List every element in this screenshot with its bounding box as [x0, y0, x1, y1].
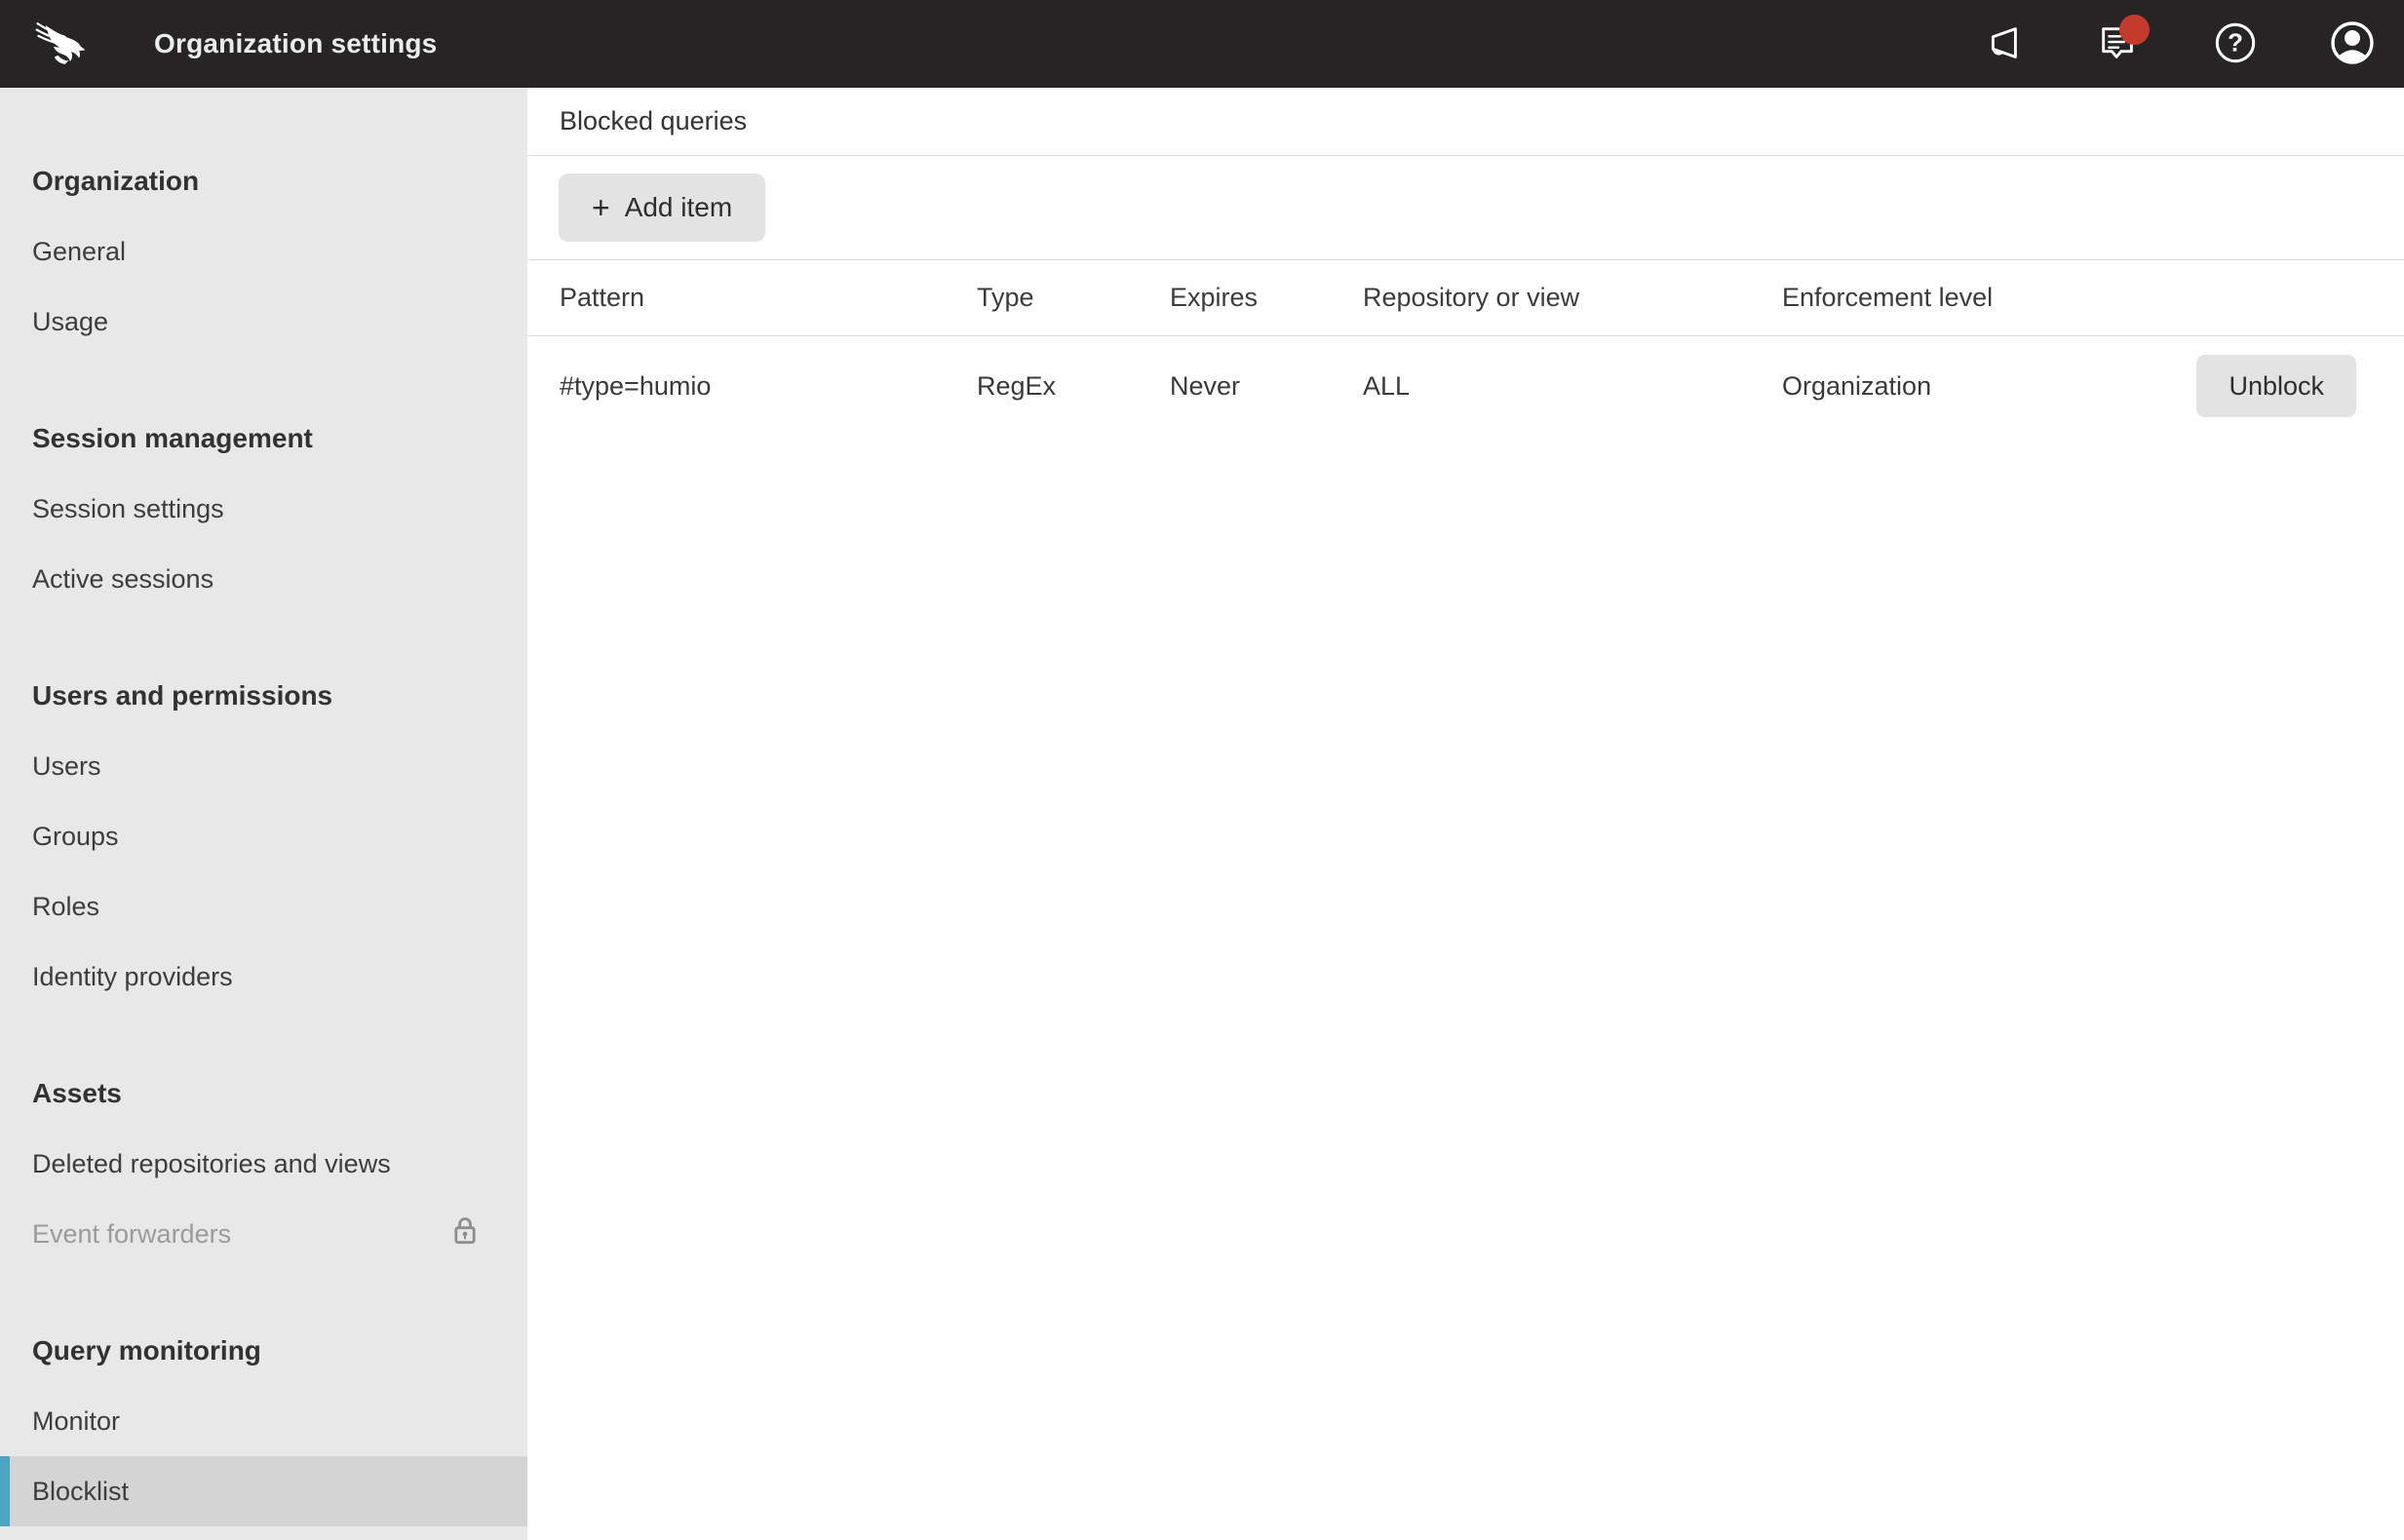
- topbar-icons: ?: [1978, 15, 2376, 67]
- sidebar-section-assets: Assets Deleted repositories and views Ev…: [0, 1059, 527, 1269]
- sidebar-item-identity-providers[interactable]: Identity providers: [0, 942, 527, 1012]
- column-header-repository-or-view: Repository or view: [1363, 283, 1580, 312]
- page-title: Organization settings: [154, 28, 438, 58]
- blocklist-panel: Blocked queries + Add item Pattern Type …: [527, 88, 2404, 1540]
- svg-text:?: ?: [2228, 29, 2243, 57]
- sidebar-item-event-forwarders[interactable]: Event forwarders: [0, 1199, 527, 1269]
- sidebar-item-monitor[interactable]: Monitor: [0, 1386, 527, 1456]
- sidebar-item-users[interactable]: Users: [0, 731, 527, 801]
- topbar: Organization settings ?: [0, 0, 2404, 88]
- sidebar-section-users-and-permissions: Users and permissions Users Groups Roles…: [0, 661, 527, 1012]
- sidebar-item-label: General: [32, 236, 127, 266]
- sidebar-item-label: Identity providers: [32, 961, 233, 991]
- help-button[interactable]: ?: [2212, 20, 2259, 67]
- cell-type: RegEx: [977, 370, 1057, 401]
- sidebar-item-label: Users: [32, 751, 101, 781]
- sidebar-item-general[interactable]: General: [0, 216, 527, 287]
- sidebar-item-usage[interactable]: Usage: [0, 287, 527, 357]
- cell-pattern: #type=humio: [560, 370, 712, 401]
- settings-sidebar: Organization General Usage Session manag…: [0, 88, 527, 1540]
- messages-button[interactable]: [2095, 15, 2150, 67]
- account-button[interactable]: [2329, 20, 2376, 67]
- padlock-icon: [446, 1212, 485, 1257]
- unblock-button[interactable]: Unblock: [2196, 355, 2356, 417]
- sidebar-item-session-settings[interactable]: Session settings: [0, 474, 527, 544]
- table-row: #type=humio RegEx Never ALL Organization…: [527, 336, 2404, 436]
- unread-notification-dot: [2119, 15, 2150, 45]
- sidebar-item-label: Groups: [32, 821, 119, 851]
- sidebar-header-session-management: Session management: [32, 423, 313, 453]
- sidebar-item-label: Event forwarders: [32, 1218, 232, 1249]
- column-header-pattern: Pattern: [560, 283, 645, 312]
- user-circle-icon: [2329, 19, 2376, 69]
- column-header-expires: Expires: [1170, 283, 1259, 312]
- column-header-type: Type: [977, 283, 1034, 312]
- add-item-label: Add item: [624, 192, 733, 222]
- sidebar-item-label: Blocklist: [32, 1476, 130, 1506]
- sidebar-item-active-sessions[interactable]: Active sessions: [0, 544, 527, 614]
- sidebar-item-label: Session settings: [32, 493, 224, 523]
- column-header-enforcement-level: Enforcement level: [1782, 283, 1994, 312]
- actions-row: + Add item: [527, 156, 2404, 260]
- blocklist-table-header: Pattern Type Expires Repository or view …: [527, 260, 2404, 336]
- sidebar-section-query-monitoring: Query monitoring Monitor Blocklist: [0, 1316, 527, 1526]
- sidebar-item-label: Monitor: [32, 1405, 121, 1436]
- cell-enforcement-level: Organization: [1782, 370, 1932, 401]
- question-circle-icon: ?: [2213, 20, 2258, 68]
- section-title: Blocked queries: [527, 88, 2404, 156]
- add-item-button[interactable]: + Add item: [559, 173, 766, 242]
- sidebar-item-groups[interactable]: Groups: [0, 801, 527, 871]
- sidebar-header-assets: Assets: [32, 1078, 122, 1108]
- sidebar-header-users-and-permissions: Users and permissions: [32, 680, 333, 711]
- cell-repository-or-view: ALL: [1363, 370, 1411, 401]
- sidebar-section-session-management: Session management Session settings Acti…: [0, 404, 527, 614]
- sidebar-item-deleted-repositories-and-views[interactable]: Deleted repositories and views: [0, 1129, 527, 1199]
- sidebar-section-organization: Organization General Usage: [0, 146, 527, 357]
- cell-expires: Never: [1170, 370, 1241, 401]
- sidebar-item-label: Deleted repositories and views: [32, 1148, 391, 1178]
- sidebar-item-label: Roles: [32, 891, 100, 921]
- sidebar-item-blocklist[interactable]: Blocklist: [0, 1456, 527, 1526]
- sidebar-item-roles[interactable]: Roles: [0, 871, 527, 942]
- sidebar-item-label: Usage: [32, 306, 109, 336]
- crowdstrike-falcon-logo[interactable]: [31, 14, 92, 74]
- announcements-button[interactable]: [1978, 20, 2025, 67]
- megaphone-icon: [1979, 20, 2024, 68]
- plus-icon: +: [592, 190, 610, 225]
- sidebar-item-label: Active sessions: [32, 563, 214, 594]
- sidebar-header-query-monitoring: Query monitoring: [32, 1335, 261, 1366]
- sidebar-header-organization: Organization: [32, 166, 200, 196]
